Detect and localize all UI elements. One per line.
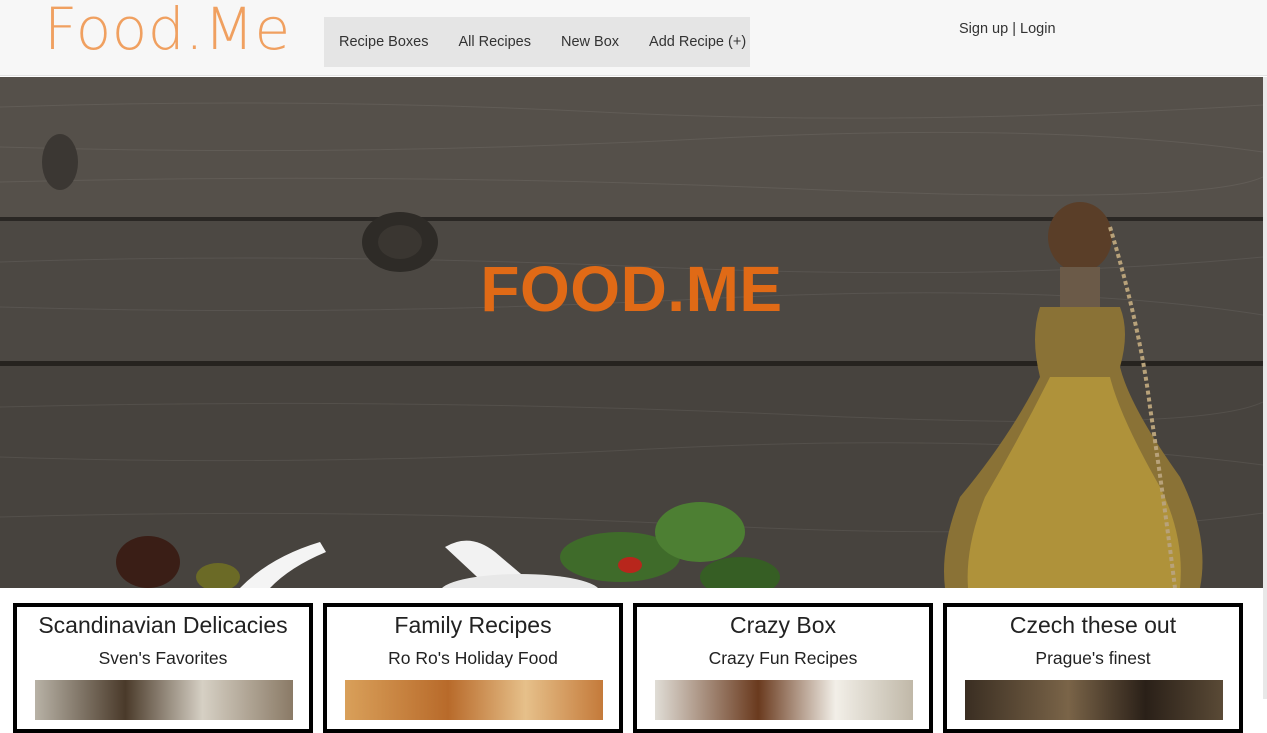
recipe-box-subtitle: Sven's Favorites [98,648,228,668]
recipe-box-subtitle: Prague's finest [1035,648,1151,668]
recipe-box-image [345,680,603,720]
nav-recipe-boxes[interactable]: Recipe Boxes [339,34,428,50]
recipe-box-list: Scandinavian Delicacies Sven's Favorites… [0,588,1263,733]
nav-all-recipes[interactable]: All Recipes [458,34,531,50]
recipe-box-image [965,680,1223,720]
recipe-box-title: Scandinavian Delicacies [38,612,288,638]
recipe-box-card[interactable]: Crazy Box Crazy Fun Recipes [633,603,933,733]
recipe-box-subtitle: Ro Ro's Holiday Food [388,648,558,668]
recipe-box-image [35,680,293,720]
recipe-box-card[interactable]: Czech these out Prague's finest [943,603,1243,733]
hero-background-image [0,77,1263,588]
nav-add-recipe[interactable]: Add Recipe (+) [649,34,746,50]
recipe-box-card[interactable]: Scandinavian Delicacies Sven's Favorites [13,603,313,733]
recipe-box-title: Crazy Box [729,612,837,638]
login-link[interactable]: Login [1020,21,1055,37]
recipe-box-title: Czech these out [1009,612,1177,638]
nav-new-box[interactable]: New Box [561,34,619,50]
signup-link[interactable]: Sign up [959,21,1008,37]
auth-separator: | [1012,21,1016,37]
scrollbar-track[interactable] [1263,77,1267,699]
recipe-box-subtitle: Crazy Fun Recipes [708,648,858,668]
hero-banner: FOOD.ME [0,77,1263,588]
top-navbar: Food.Me Recipe Boxes All Recipes New Box… [0,0,1267,76]
main-nav: Recipe Boxes All Recipes New Box Add Rec… [324,17,750,67]
recipe-box-card[interactable]: Family Recipes Ro Ro's Holiday Food [323,603,623,733]
recipe-box-image [655,680,913,720]
brand-logo[interactable]: Food.Me [44,0,291,64]
recipe-box-title: Family Recipes [394,612,552,638]
hero-title: FOOD.ME [480,253,783,325]
auth-links: Sign up | Login [959,21,1056,37]
